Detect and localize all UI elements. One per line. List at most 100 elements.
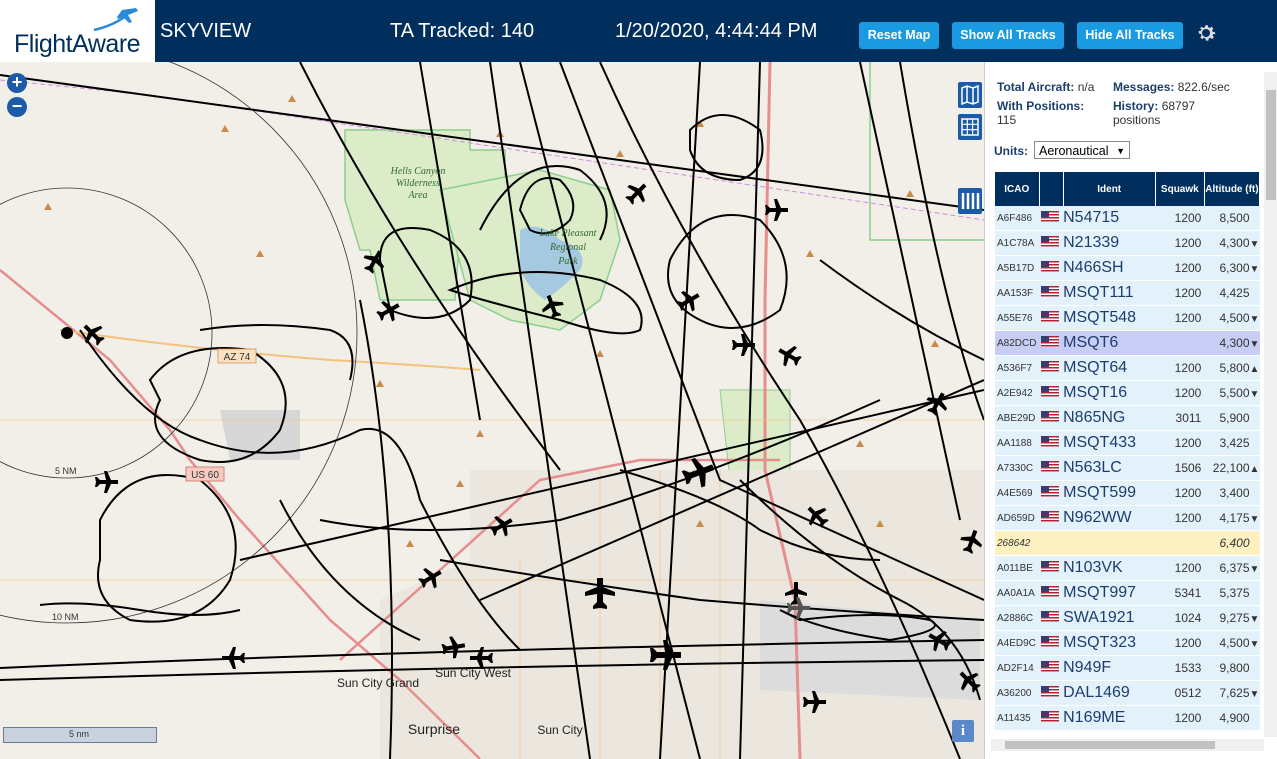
ident-cell: MSQT599: [1063, 480, 1156, 506]
table-row[interactable]: 268642 6,400: [995, 530, 1260, 556]
units-select[interactable]: Aeronautical ▼: [1034, 141, 1130, 159]
icao-cell: AD2F14: [995, 655, 1040, 681]
altitude-text: 4,500: [1219, 311, 1250, 325]
column-header-flag[interactable]: [1039, 172, 1064, 206]
horizontal-scrollbar[interactable]: [991, 739, 1264, 751]
table-row[interactable]: A7330C N563LC 1506 22,100▲: [995, 455, 1260, 481]
table-row[interactable]: A011BE N103VK 1200 6,375▼: [995, 555, 1260, 581]
flightaware-logo[interactable]: FlightAware: [0, 0, 155, 62]
hide-all-tracks-button[interactable]: Hide All Tracks: [1077, 22, 1183, 49]
us-flag-icon: [1041, 586, 1060, 597]
table-row[interactable]: AD2F14 N949F 1533 9,800: [995, 655, 1260, 681]
table-row[interactable]: A536F7 MSQT64 1200 5,800▲: [995, 355, 1260, 381]
map-layers-button[interactable]: [958, 82, 982, 108]
table-row[interactable]: A2E942 MSQT16 1200 5,500▼: [995, 380, 1260, 406]
ident-text: MSQT997: [1063, 584, 1137, 601]
icao-text: A536F7: [997, 362, 1033, 374]
squawk-text: 3011: [1175, 411, 1202, 425]
table-row[interactable]: A36200 DAL1469 0512 7,625▼: [995, 680, 1260, 706]
icao-text: A5B17D: [997, 262, 1035, 274]
ident-cell: N169ME: [1063, 705, 1156, 731]
icao-text: 268642: [997, 537, 1031, 549]
table-row[interactable]: A82DCD MSQT6 4,300▼: [995, 330, 1260, 356]
icao-cell: A4E569: [995, 480, 1040, 506]
flag-cell: [1039, 530, 1064, 556]
ident-text: MSQT599: [1063, 484, 1137, 501]
table-row[interactable]: ABE29D N865NG 3011 5,900: [995, 405, 1260, 431]
top-bar: FlightAware SKYVIEW TA Tracked: 140 1/20…: [0, 0, 1277, 62]
table-row[interactable]: A11435 N169ME 1200 4,900: [995, 705, 1260, 731]
map-canvas[interactable]: Hells Canyon Wilderness Area Lake Pleasa…: [0, 62, 984, 759]
map-view[interactable]: Hells Canyon Wilderness Area Lake Pleasa…: [0, 62, 984, 759]
table-row[interactable]: A1C78A N21339 1200 4,300▼: [995, 230, 1260, 256]
squawk-text: 1200: [1174, 286, 1202, 300]
column-toggle-button[interactable]: [958, 188, 982, 214]
column-header-altitude[interactable]: Altitude (ft): [1204, 172, 1261, 206]
us-flag-icon: [1041, 561, 1060, 572]
table-row[interactable]: AD659D N962WW 1200 4,175▼: [995, 505, 1260, 531]
squawk-text: 1506: [1174, 461, 1202, 475]
us-flag-icon: [1041, 311, 1060, 322]
table-row[interactable]: AA1188 MSQT433 1200 3,425: [995, 430, 1260, 456]
squawk-cell: [1155, 330, 1205, 356]
table-row[interactable]: AA153F MSQT111 1200 4,425: [995, 280, 1260, 306]
icao-cell: A55E76: [995, 305, 1040, 331]
ident-text: N563LC: [1063, 459, 1122, 476]
table-row[interactable]: A4ED9C MSQT323 1200 4,500▼: [995, 630, 1260, 656]
icao-text: A2E942: [997, 387, 1033, 399]
zoom-in-button[interactable]: +: [7, 73, 27, 93]
with-positions: With Positions: 115: [997, 99, 1084, 127]
icao-cell: 268642: [995, 530, 1040, 556]
flag-cell: [1039, 230, 1064, 256]
info-button[interactable]: i: [952, 720, 974, 742]
squawk-text: 1200: [1174, 711, 1202, 725]
us-flag-icon: [1041, 611, 1060, 622]
table-row[interactable]: AA0A1A MSQT997 5341 5,375: [995, 580, 1260, 606]
table-row[interactable]: A2886C SWA1921 1024 9,275▼: [995, 605, 1260, 631]
altitude-trend-icon: ▼: [1249, 339, 1260, 350]
plane-logo-icon: [93, 8, 138, 32]
scrollbar-thumb[interactable]: [1266, 90, 1276, 200]
show-all-tracks-button[interactable]: Show All Tracks: [952, 22, 1064, 49]
ident-text: N169ME: [1063, 709, 1126, 726]
with-positions-value: 115: [997, 113, 1017, 127]
column-header-ident[interactable]: Ident: [1063, 172, 1156, 206]
reset-map-button[interactable]: Reset Map: [859, 22, 939, 49]
table-row[interactable]: A5B17D N466SH 1200 6,300▼: [995, 255, 1260, 281]
scale-bar: 5 nm: [3, 727, 157, 743]
ident-cell: N466SH: [1063, 255, 1156, 281]
flag-cell: [1039, 305, 1064, 331]
squawk-cell: 1200: [1155, 206, 1205, 231]
map-label-lake-pleasant-3: Park: [557, 256, 578, 267]
us-flag-icon: [1041, 461, 1060, 472]
table-row[interactable]: A6F486 N54715 1200 8,500: [995, 206, 1260, 231]
us-flag-icon: [1041, 436, 1060, 447]
ident-cell: N865NG: [1063, 405, 1156, 431]
vertical-scrollbar[interactable]: [1264, 72, 1277, 737]
squawk-cell: 1200: [1155, 280, 1205, 306]
zoom-out-button[interactable]: −: [7, 97, 27, 117]
aircraft-sidebar: Total Aircraft: n/a Messages: 822.6/sec …: [984, 62, 1277, 759]
altitude-text: 5,900: [1219, 411, 1250, 425]
squawk-text: 1200: [1174, 486, 1202, 500]
squawk-cell: 1024: [1155, 605, 1205, 631]
icao-text: A4E569: [997, 487, 1033, 499]
squawk-cell: 3011: [1155, 405, 1205, 431]
column-header-squawk[interactable]: Squawk: [1155, 172, 1205, 206]
map-grid-button[interactable]: [958, 114, 982, 140]
scale-label: 5 nm: [69, 729, 90, 739]
altitude-trend-icon: ▼: [1249, 564, 1260, 575]
flag-cell: [1039, 380, 1064, 406]
squawk-text: 1200: [1174, 361, 1202, 375]
table-row[interactable]: A55E76 MSQT548 1200 4,500▼: [995, 305, 1260, 331]
range-ring-5nm: [0, 187, 213, 479]
column-header-icao[interactable]: ICAO: [995, 172, 1040, 206]
squawk-text: 1200: [1174, 561, 1202, 575]
table-row[interactable]: A4E569 MSQT599 1200 3,400: [995, 480, 1260, 506]
gear-icon[interactable]: [1194, 21, 1218, 45]
altitude-cell: 4,900: [1204, 705, 1260, 731]
squawk-text: 1200: [1174, 511, 1202, 525]
map-label-hells-canyon-3: Area: [407, 190, 427, 201]
scrollbar-thumb[interactable]: [1005, 741, 1215, 749]
units-label: Units:: [994, 144, 1028, 158]
